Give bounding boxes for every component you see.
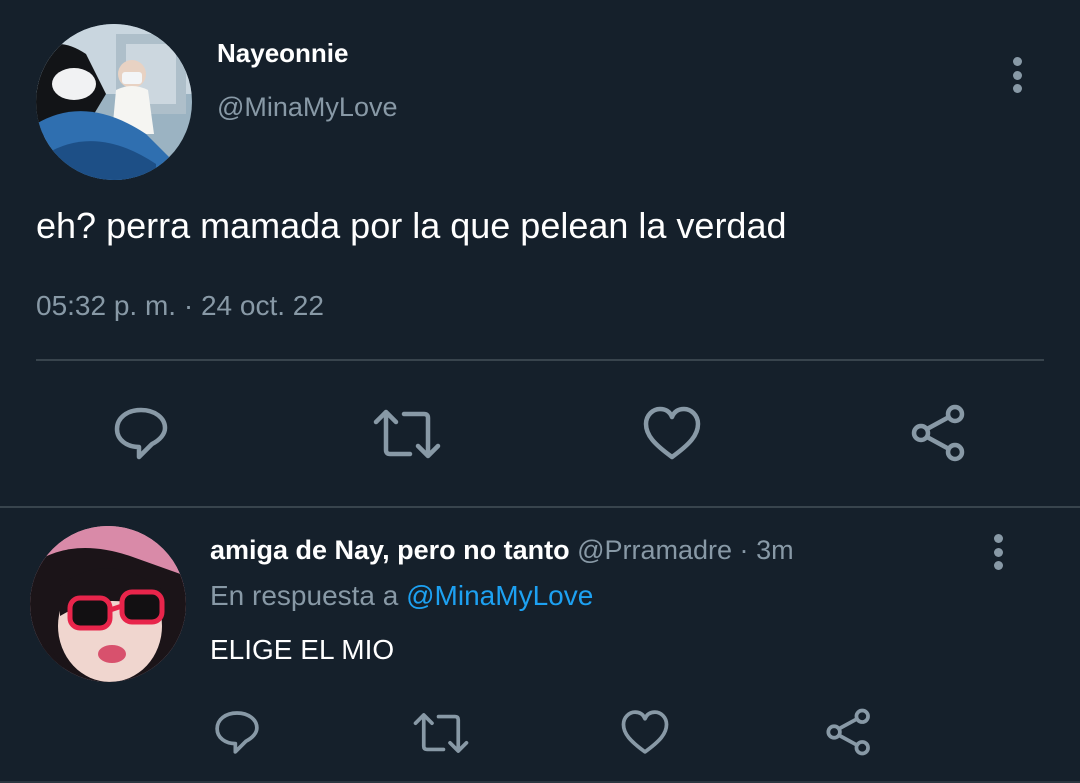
more-options-icon[interactable]: [1005, 57, 1029, 93]
main-tweet: Nayeonnie @MinaMyLove eh? perra mamada p…: [0, 0, 1080, 506]
like-icon: [643, 406, 701, 460]
reply-header: amiga de Nay, pero no tanto @Prramadre ·…: [210, 535, 794, 566]
author-handle[interactable]: @Prramadre: [577, 535, 732, 565]
divider: [0, 506, 1080, 508]
reply-text: ELIGE EL MIO: [210, 634, 395, 665]
reply-button[interactable]: [212, 708, 262, 756]
retweet-button[interactable]: [372, 406, 442, 462]
tweet-timestamp[interactable]: 05:32 p. m. · 24 oct. 22: [36, 290, 324, 322]
author-name[interactable]: amiga de Nay, pero no tanto: [210, 535, 570, 565]
author-name[interactable]: Nayeonnie: [217, 38, 349, 69]
retweet-icon: [373, 409, 441, 459]
like-button[interactable]: [642, 404, 702, 462]
share-icon: [826, 708, 870, 756]
author-handle[interactable]: @MinaMyLove: [217, 92, 397, 123]
avatar-image: [30, 526, 186, 682]
tweet-detail-view: Nayeonnie @MinaMyLove eh? perra mamada p…: [0, 0, 1080, 783]
replying-to-link[interactable]: @MinaMyLove: [406, 580, 593, 611]
avatar-image: [36, 24, 192, 180]
retweet-button[interactable]: [412, 710, 470, 756]
tweet-text: eh? perra mamada por la que pelean la ve…: [36, 205, 787, 246]
reply-time[interactable]: 3m: [756, 535, 794, 565]
reply-icon: [114, 407, 168, 460]
more-options-icon[interactable]: [986, 534, 1010, 570]
divider: [36, 359, 1044, 361]
share-button[interactable]: [910, 404, 968, 462]
avatar[interactable]: [36, 24, 192, 180]
avatar[interactable]: [30, 526, 186, 682]
separator-dot: ·: [739, 535, 749, 565]
retweet-icon: [413, 713, 469, 753]
share-button[interactable]: [824, 708, 874, 756]
reply-button[interactable]: [110, 404, 172, 462]
replying-to: En respuesta a @MinaMyLove: [210, 580, 593, 612]
replying-prefix: En respuesta a: [210, 580, 399, 611]
share-icon: [911, 404, 965, 462]
like-icon: [621, 710, 669, 754]
reply-icon: [215, 711, 259, 754]
like-button[interactable]: [620, 708, 670, 756]
